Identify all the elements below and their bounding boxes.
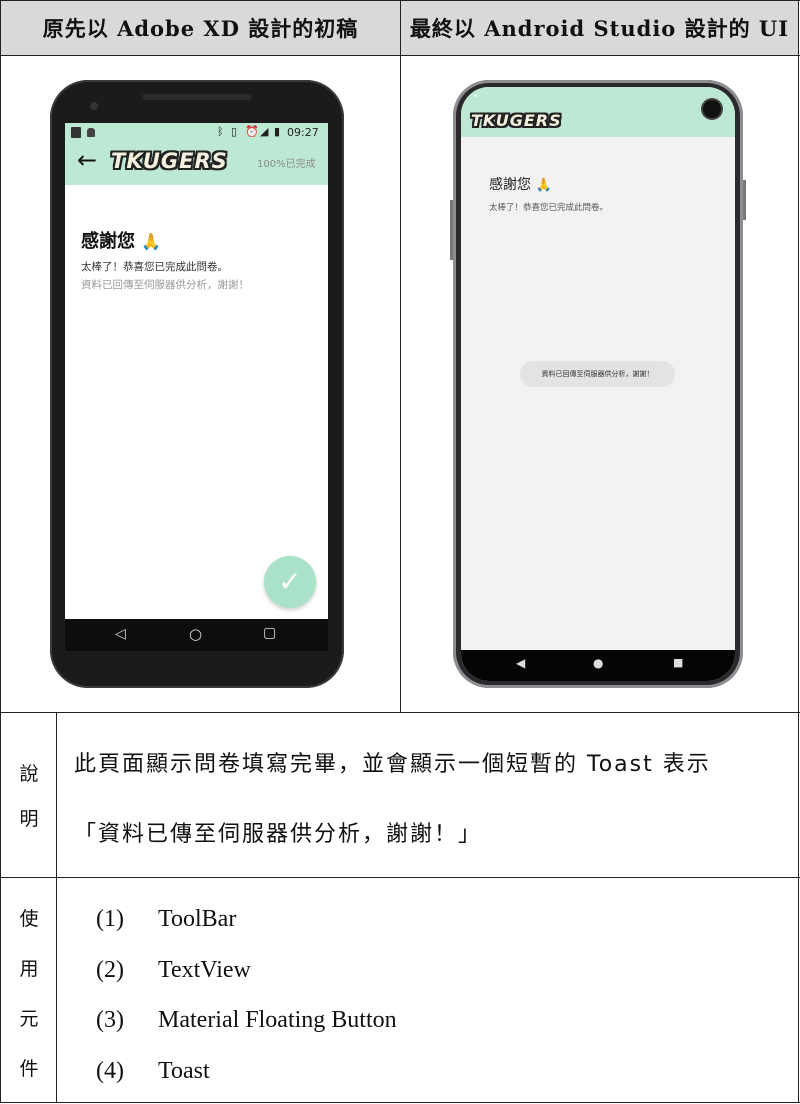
description-label-char: 明 — [19, 808, 39, 830]
component-item: (2) TextView — [96, 957, 251, 984]
description-label: 說 明 — [1, 750, 57, 840]
components-label-char: 用 — [19, 957, 39, 980]
draft-phone: ᛒ ▯ ⏰ ◢ ▮ 09:27 ← TKUGERS 100%已完成 感謝您 🙏 … — [50, 80, 344, 688]
final-heading: 感謝您 🙏 — [489, 174, 552, 194]
draft-line2: 資料已回傳至伺服器供分析，謝謝！ — [81, 279, 249, 291]
draft-heading: 感謝您 🙏 — [81, 227, 161, 253]
speaker-grille — [142, 94, 252, 100]
bluetooth-icon: ᛒ — [217, 125, 224, 138]
draft-progress: 100%已完成 — [257, 159, 316, 170]
final-status-time: • — [473, 92, 478, 101]
components-label: 使 用 元 件 — [1, 892, 57, 1092]
header-right: 最終以 Android Studio 設計的 UI — [401, 1, 798, 55]
header-left-title: 原先以 Adobe XD 設計的初稿 — [42, 16, 359, 41]
nav-back-icon[interactable]: ◁ — [115, 626, 126, 642]
header-left: 原先以 Adobe XD 設計的初稿 — [1, 1, 400, 55]
component-name: ToolBar — [158, 906, 237, 932]
alarm-icon: ⏰ — [245, 125, 259, 138]
draft-status-time: 09:27 — [287, 126, 319, 139]
border-mid — [400, 0, 401, 712]
component-name: TextView — [158, 957, 251, 983]
component-number: (2) — [96, 957, 124, 983]
front-camera — [90, 102, 98, 110]
draft-line1: 太棒了！恭喜您已完成此問卷。 — [81, 261, 228, 273]
component-number: (1) — [96, 906, 124, 932]
sim-icon — [71, 127, 81, 138]
back-arrow-icon[interactable]: ← — [77, 146, 97, 174]
border-row2-bottom — [0, 877, 800, 878]
component-item: (3) Material Floating Button — [96, 1007, 397, 1034]
draft-fab[interactable]: ✓ — [264, 556, 316, 608]
component-number: (4) — [96, 1058, 124, 1084]
draft-screen: ᛒ ▯ ⏰ ◢ ▮ 09:27 ← TKUGERS 100%已完成 感謝您 🙏 … — [65, 123, 328, 651]
border-row1-bottom — [0, 712, 800, 713]
description-label-char: 說 — [19, 763, 39, 785]
component-item: (4) Toast — [96, 1058, 210, 1085]
final-pray-emoji: 🙏 — [535, 178, 552, 193]
final-screen: • TKUGERS 感謝您 🙏 太棒了！恭喜您已完成此問卷。 資料已回傳至伺服器… — [461, 87, 735, 681]
components-label-char: 件 — [19, 1057, 39, 1080]
final-phone: • TKUGERS 感謝您 🙏 太棒了！恭喜您已完成此問卷。 資料已回傳至伺服器… — [450, 80, 746, 688]
component-name: Material Floating Button — [158, 1007, 397, 1033]
document-table: 原先以 Adobe XD 設計的初稿 最終以 Android Studio 設計… — [0, 0, 800, 1104]
punch-hole-camera — [703, 100, 721, 118]
header-right-title: 最終以 Android Studio 設計的 UI — [409, 16, 790, 41]
power-button — [743, 180, 746, 220]
final-line1: 太棒了！恭喜您已完成此問卷。 — [489, 203, 609, 213]
check-icon: ✓ — [278, 565, 302, 598]
vibrate-icon: ▯ — [231, 125, 238, 138]
components-label-char: 元 — [19, 1007, 39, 1030]
description-line1: 此頁面顯示問卷填寫完畢，並會顯示一個短暫的 Toast 表示 — [74, 752, 711, 777]
border-bottom — [0, 1102, 800, 1103]
final-app-name: TKUGERS — [471, 111, 562, 130]
nav-home-icon[interactable]: ○ — [189, 625, 202, 643]
volume-button — [450, 200, 453, 260]
component-number: (3) — [96, 1007, 124, 1033]
component-name: Toast — [158, 1058, 210, 1084]
final-nav-recents-icon[interactable]: ■ — [673, 656, 683, 669]
description-line2: 「資料已傳至伺服器供分析，謝謝！」 — [74, 822, 483, 847]
border-right — [798, 0, 799, 1103]
pray-emoji: 🙏 — [141, 232, 162, 251]
toast-text: 資料已回傳至伺服器供分析，謝謝！ — [541, 370, 654, 378]
components-label-char: 使 — [19, 907, 39, 930]
toast: 資料已回傳至伺服器供分析，謝謝！ — [520, 361, 675, 387]
final-nav-back-icon[interactable]: ◀ — [516, 656, 525, 670]
component-item: (1) ToolBar — [96, 906, 236, 933]
final-heading-text: 感謝您 — [489, 177, 531, 193]
nav-recents-icon[interactable]: ▢ — [263, 625, 276, 641]
signal-icon: ◢ — [260, 125, 269, 138]
draft-heading-text: 感謝您 — [81, 231, 135, 252]
draft-app-name: TKUGERS — [111, 149, 228, 173]
android-icon — [87, 128, 95, 137]
final-nav-home-icon[interactable]: ● — [593, 656, 603, 670]
battery-icon: ▮ — [274, 125, 281, 138]
